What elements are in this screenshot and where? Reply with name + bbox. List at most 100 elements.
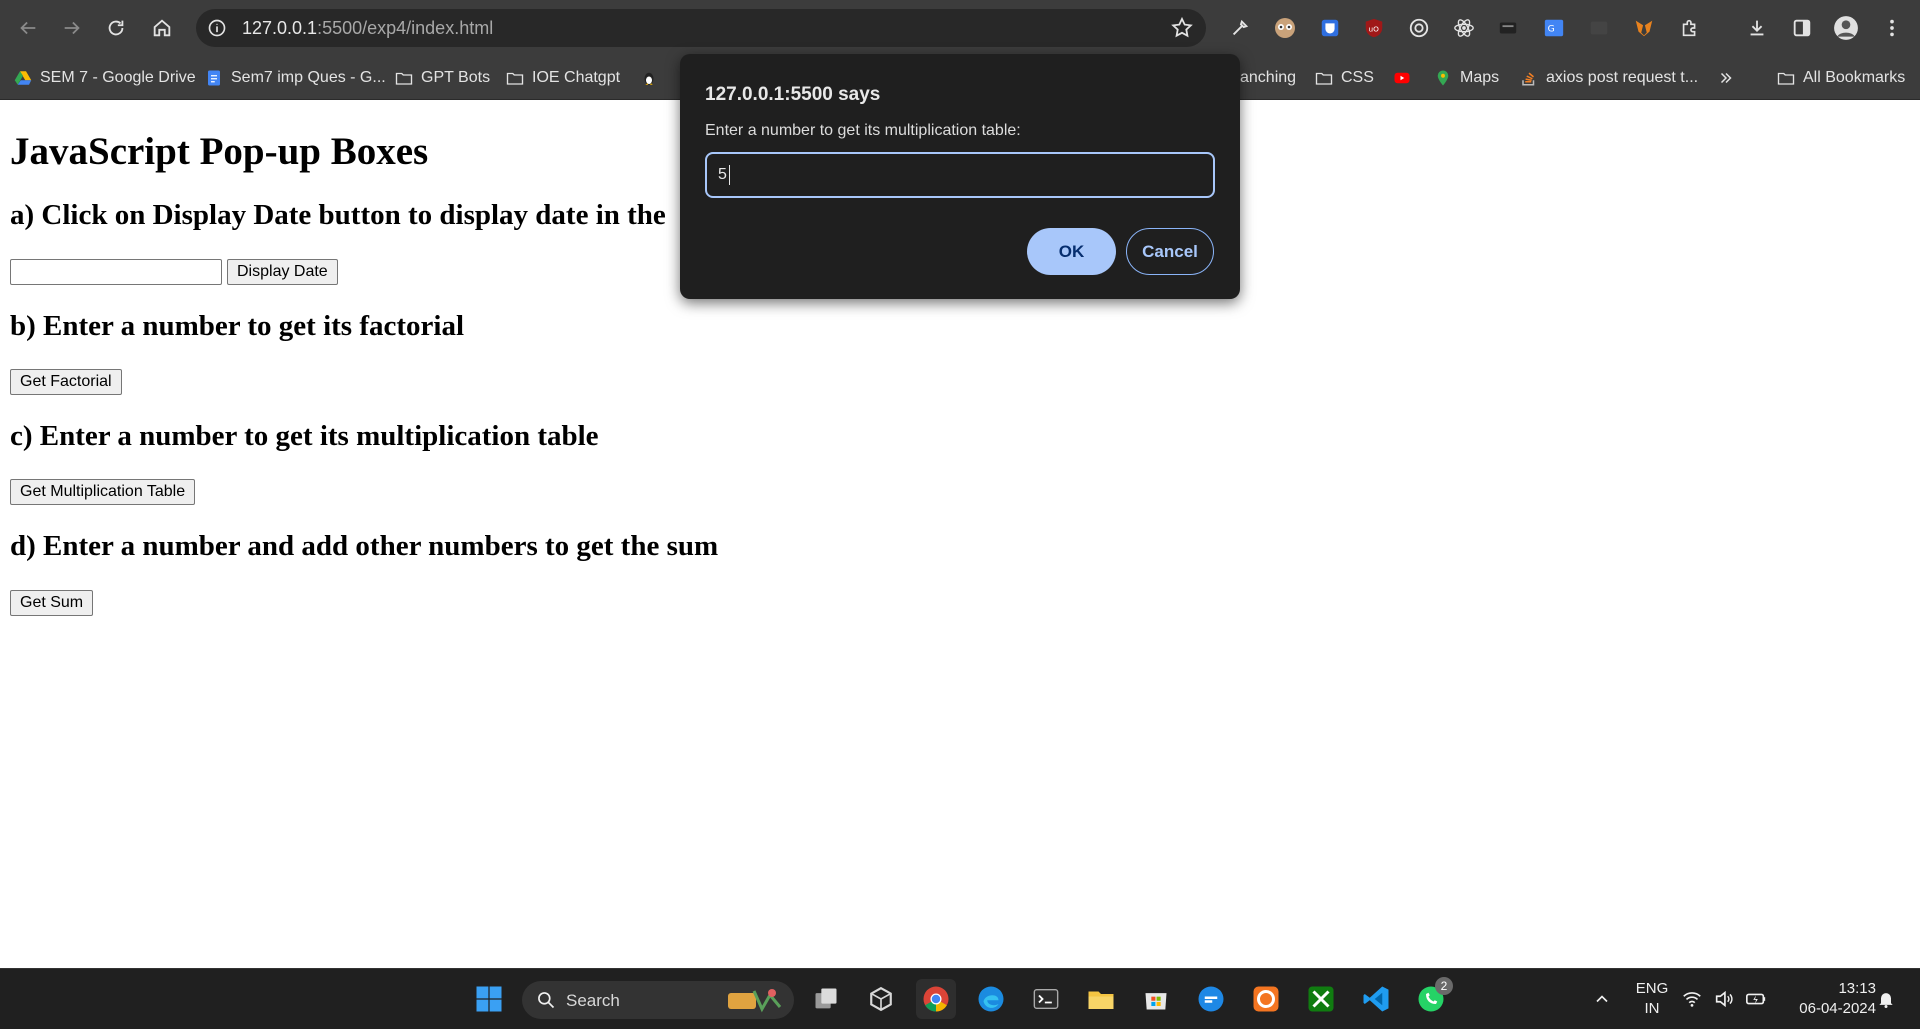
eyedropper-extension-icon[interactable] bbox=[1226, 14, 1254, 42]
address-bar[interactable]: 127.0.0.1:5500/exp4/index.html bbox=[196, 9, 1206, 47]
tray-overflow-button[interactable] bbox=[1582, 979, 1622, 1019]
battery-status[interactable] bbox=[1742, 979, 1770, 1019]
clock-time: 13:13 bbox=[1838, 980, 1876, 997]
bitwarden-extension-icon[interactable] bbox=[1316, 14, 1344, 42]
ublock-extension-icon[interactable]: uO bbox=[1360, 14, 1388, 42]
taskbar-app-vscode[interactable] bbox=[1356, 979, 1396, 1019]
bookmark-sem7-drive[interactable]: SEM 7 - Google Drive bbox=[14, 64, 196, 92]
notifications-button[interactable] bbox=[1870, 979, 1902, 1019]
url-text: 127.0.0.1:5500/exp4/index.html bbox=[242, 18, 494, 38]
section-a-heading: a) Click on Display Date button to displ… bbox=[10, 199, 666, 231]
taskbar-app-store[interactable] bbox=[1136, 979, 1176, 1019]
task-view-button[interactable] bbox=[806, 979, 846, 1019]
bookmark-css[interactable]: CSS bbox=[1315, 64, 1374, 92]
react-devtools-icon[interactable] bbox=[1450, 14, 1478, 42]
folder-yellow-icon bbox=[1088, 991, 1114, 1009]
stackoverflow-icon bbox=[1520, 69, 1538, 87]
section-c-controls: Get Multiplication Table bbox=[10, 479, 196, 505]
text-caret bbox=[729, 165, 730, 185]
site-info-icon[interactable] bbox=[204, 15, 230, 41]
extensions-puzzle-icon[interactable] bbox=[1676, 14, 1704, 42]
bookmark-axios-post[interactable]: axios post request t... bbox=[1520, 64, 1698, 92]
bookmark-branching[interactable]: anching bbox=[1240, 64, 1296, 92]
windows-logo-icon bbox=[476, 986, 502, 1012]
prompt-dialog: 127.0.0.1:5500 says Enter a number to ge… bbox=[680, 54, 1240, 299]
vscode-icon bbox=[1363, 986, 1389, 1012]
search-icon bbox=[538, 992, 555, 1009]
maps-icon bbox=[1434, 69, 1452, 87]
svg-text:uO: uO bbox=[1369, 25, 1380, 34]
clock[interactable]: 13:13 06-04-2024 bbox=[1780, 979, 1876, 1019]
volume-status[interactable] bbox=[1710, 979, 1738, 1019]
bookmark-ioe-chatgpt[interactable]: IOE Chatgpt bbox=[506, 64, 620, 92]
wifi-status[interactable] bbox=[1678, 979, 1706, 1019]
taskbar-app-crunchyroll[interactable] bbox=[1246, 979, 1286, 1019]
bookmark-sem7-imp-ques[interactable]: Sem7 imp Ques - G... bbox=[205, 64, 386, 92]
bell-icon bbox=[1879, 993, 1893, 1008]
bookmark-all-bookmarks[interactable]: All Bookmarks bbox=[1777, 64, 1905, 92]
taskbar-search[interactable]: Search bbox=[522, 981, 794, 1019]
browser-toolbar: 127.0.0.1:5500/exp4/index.html uO G bbox=[0, 0, 1920, 56]
taskbar-app-unity[interactable] bbox=[861, 979, 901, 1019]
date-output-field[interactable] bbox=[10, 259, 222, 285]
metamask-icon[interactable] bbox=[1630, 14, 1658, 42]
menu-kebab-icon[interactable] bbox=[1878, 14, 1906, 42]
owl-extension-icon[interactable] bbox=[1271, 14, 1299, 42]
reload-icon bbox=[108, 20, 124, 36]
get-sum-button[interactable]: Get Sum bbox=[10, 590, 94, 616]
home-button[interactable] bbox=[144, 10, 180, 46]
bookmark-gpt-bots[interactable]: GPT Bots bbox=[395, 64, 490, 92]
double-chevron-right-icon bbox=[1717, 69, 1735, 87]
downloads-icon[interactable] bbox=[1743, 14, 1771, 42]
notification-count-badge: 2 bbox=[1435, 977, 1453, 995]
screenshot-extension-icon[interactable] bbox=[1585, 14, 1613, 42]
reload-button[interactable] bbox=[98, 10, 134, 46]
prompt-input[interactable]: 5 bbox=[705, 152, 1215, 198]
start-button[interactable] bbox=[469, 979, 509, 1019]
bookmarks-overflow-chevron[interactable] bbox=[1717, 64, 1735, 92]
taskbar-app-messenger[interactable] bbox=[1191, 979, 1231, 1019]
taskbar-app-terminal[interactable] bbox=[1026, 979, 1066, 1019]
chat-extension-icon[interactable] bbox=[1494, 14, 1522, 42]
folder-icon bbox=[1777, 69, 1795, 87]
taskbar-app-chrome[interactable] bbox=[916, 979, 956, 1019]
bookmark-star-icon[interactable] bbox=[1170, 16, 1194, 40]
windows-taskbar: Search 2 ENG IN 13:13 06-04-2024 bbox=[0, 968, 1920, 1029]
ok-button[interactable]: OK bbox=[1027, 228, 1116, 275]
region-code: IN bbox=[1644, 1000, 1660, 1017]
page-title: JavaScript Pop-up Boxes bbox=[10, 130, 429, 173]
section-d-heading: d) Enter a number and add other numbers … bbox=[10, 530, 719, 562]
battery-charging-icon bbox=[1746, 993, 1766, 1005]
cube-app-icon bbox=[870, 986, 892, 1012]
tux-icon bbox=[640, 69, 658, 87]
terminal-icon bbox=[1033, 988, 1059, 1010]
get-multiplication-table-button[interactable]: Get Multiplication Table bbox=[10, 479, 196, 505]
section-a-controls: Display Date bbox=[10, 259, 338, 285]
taskbar-app-whatsapp[interactable]: 2 bbox=[1411, 977, 1453, 1019]
side-panel-icon[interactable] bbox=[1788, 14, 1816, 42]
taskbar-app-file-explorer[interactable] bbox=[1081, 979, 1121, 1019]
bookmark-maps[interactable]: Maps bbox=[1434, 64, 1499, 92]
bookmark-linux[interactable] bbox=[640, 64, 658, 92]
target-extension-icon[interactable] bbox=[1405, 14, 1433, 42]
profile-avatar[interactable] bbox=[1832, 14, 1860, 42]
back-button[interactable] bbox=[10, 10, 46, 46]
home-icon bbox=[153, 19, 171, 37]
cancel-button[interactable]: Cancel bbox=[1126, 228, 1214, 275]
arrow-left-icon bbox=[20, 21, 36, 35]
forward-button[interactable] bbox=[54, 10, 90, 46]
prompt-input-value: 5 bbox=[718, 166, 727, 183]
taskbar-app-edge[interactable] bbox=[971, 979, 1011, 1019]
display-date-button[interactable]: Display Date bbox=[227, 259, 338, 285]
language-indicator[interactable]: ENG IN bbox=[1632, 979, 1672, 1019]
google-docs-icon bbox=[205, 69, 223, 87]
clock-date: 06-04-2024 bbox=[1799, 1000, 1876, 1017]
get-factorial-button[interactable]: Get Factorial bbox=[10, 369, 122, 395]
dialog-title: 127.0.0.1:5500 says bbox=[705, 84, 881, 105]
folder-icon bbox=[506, 69, 524, 87]
google-translate-icon[interactable]: G bbox=[1540, 14, 1568, 42]
bookmark-youtube[interactable] bbox=[1393, 64, 1411, 92]
xbox-icon bbox=[1308, 986, 1334, 1012]
youtube-icon bbox=[1393, 69, 1411, 87]
taskbar-app-xbox[interactable] bbox=[1301, 979, 1341, 1019]
